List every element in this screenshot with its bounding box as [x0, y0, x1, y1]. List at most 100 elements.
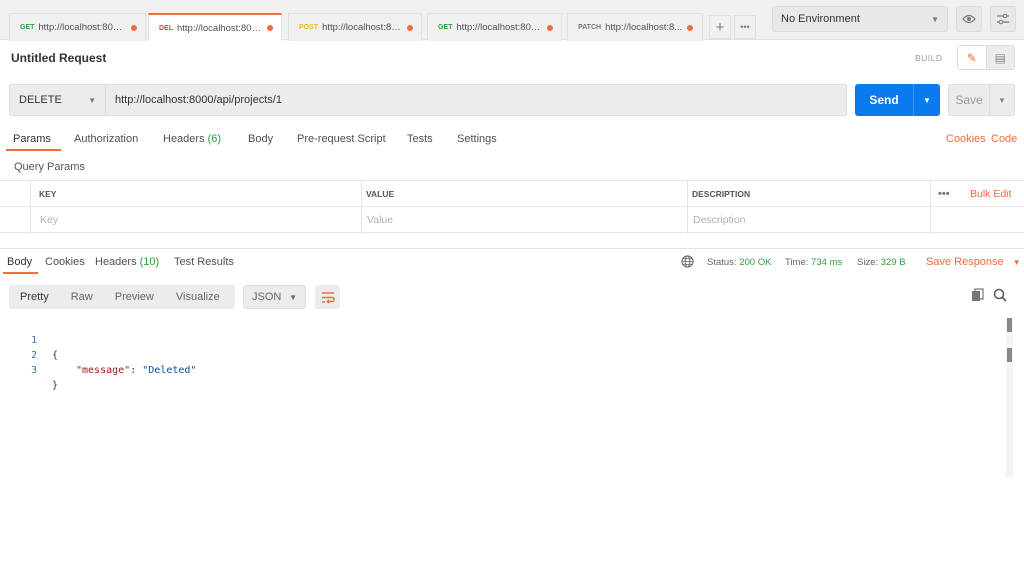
comments-icon[interactable]: ▤ — [985, 46, 1014, 69]
response-tab-headers-label: Headers — [95, 256, 137, 268]
tab-url: http://localhost:800... — [177, 22, 262, 34]
format-select[interactable]: JSON ▼ — [243, 285, 306, 309]
wrap-lines-button[interactable] — [315, 285, 340, 309]
tab-pre-request-script[interactable]: Pre-request Script — [297, 133, 386, 145]
tab-body[interactable]: Body — [248, 133, 273, 145]
unsaved-dot-icon — [267, 25, 273, 31]
add-tab-button[interactable]: + — [709, 15, 731, 39]
tab-settings[interactable]: Settings — [457, 133, 497, 145]
unsaved-dot-icon — [687, 24, 694, 31]
save-button[interactable]: Save ▼ — [948, 84, 1015, 116]
request-tab-2[interactable]: DEL http://localhost:800... — [148, 13, 282, 41]
tab-method: GET — [438, 24, 453, 31]
tab-headers-label: Headers — [163, 133, 205, 145]
wrap-lines-icon — [321, 291, 335, 304]
response-divider[interactable] — [0, 248, 1024, 249]
search-icon[interactable] — [993, 288, 1007, 302]
eye-icon — [962, 14, 976, 24]
response-tab-headers[interactable]: Headers (10) — [95, 256, 159, 268]
param-key-input[interactable]: Key — [34, 207, 58, 233]
json-colon: : — [130, 365, 143, 376]
scrollbar-track[interactable] — [1006, 318, 1013, 478]
response-tab-body[interactable]: Body — [7, 256, 32, 268]
chevron-down-icon[interactable]: ▼ — [913, 84, 940, 116]
request-tabs-bar: GET http://localhost:800... DEL http://l… — [0, 0, 1024, 41]
copy-icon[interactable] — [971, 288, 984, 302]
save-response-label: Save Response — [926, 256, 1004, 268]
query-params-title: Query Params — [14, 161, 85, 173]
scrollbar-thumb[interactable] — [1007, 348, 1012, 362]
tab-url: http://localhost:80... — [322, 22, 402, 33]
column-header-value: VALUE — [366, 189, 395, 199]
column-header-key: KEY — [39, 189, 57, 199]
param-value-input[interactable]: Value — [361, 207, 393, 233]
sliders-icon — [997, 13, 1009, 25]
tab-method: PATCH — [578, 24, 602, 31]
time-value: 734 ms — [811, 257, 843, 268]
request-tab-5[interactable]: PATCH http://localhost:8... — [567, 13, 703, 41]
unsaved-dot-icon — [547, 24, 553, 31]
bulk-edit-link[interactable]: Bulk Edit — [964, 181, 1011, 207]
tab-headers[interactable]: Headers (6) — [163, 133, 221, 145]
scrollbar-marker — [1007, 318, 1012, 332]
tab-tests[interactable]: Tests — [407, 133, 433, 145]
tab-method: DEL — [159, 24, 173, 32]
tab-more-button[interactable]: ••• — [734, 15, 756, 39]
table-header-row: KEY VALUE DESCRIPTION ••• Bulk Edit — [0, 181, 1024, 207]
environment-select[interactable]: No Environment ▼ — [772, 6, 948, 32]
chevron-down-icon: ▼ — [88, 95, 96, 105]
json-key: "message" — [76, 365, 131, 376]
url-input[interactable]: http://localhost:8000/api/projects/1 — [106, 84, 847, 116]
view-mode-pretty[interactable]: Pretty — [9, 291, 60, 303]
tab-url: http://localhost:800... — [38, 22, 126, 33]
response-headers-count: (10) — [139, 256, 160, 268]
code-link[interactable]: Code — [991, 133, 1017, 145]
request-title[interactable]: Untitled Request — [11, 51, 106, 65]
send-button[interactable]: Send ▼ — [855, 84, 940, 116]
chevron-down-icon[interactable]: ▼ — [989, 85, 1014, 115]
cookies-link[interactable]: Cookies — [946, 133, 986, 145]
request-tab-4[interactable]: GET http://localhost:800... — [427, 13, 562, 41]
save-response-button[interactable]: Save Response ▼ — [926, 256, 1021, 268]
active-tab-indicator — [6, 149, 61, 151]
manage-environments-button[interactable] — [990, 6, 1016, 32]
view-mode-raw[interactable]: Raw — [60, 291, 104, 303]
request-tab-3[interactable]: POST http://localhost:80... — [288, 13, 422, 41]
build-mode-label: BUILD — [915, 53, 943, 63]
method-select[interactable]: DELETE ▼ — [9, 84, 106, 116]
table-row: Key Value Description — [0, 207, 1024, 233]
time-label: Time: — [785, 257, 809, 268]
chevron-down-icon: ▼ — [1012, 258, 1021, 267]
json-string-value: "Deleted" — [142, 365, 197, 376]
tab-authorization[interactable]: Authorization — [74, 133, 138, 145]
tab-url: http://localhost:8... — [605, 22, 683, 33]
chevron-down-icon: ▼ — [289, 292, 297, 302]
request-edit-toggle: ✎ ▤ — [957, 45, 1015, 70]
unsaved-dot-icon — [407, 24, 413, 31]
response-tab-cookies[interactable]: Cookies — [45, 256, 85, 268]
format-select-value: JSON — [252, 291, 282, 303]
line-number: 3 — [31, 365, 37, 376]
send-button-label: Send — [869, 93, 899, 107]
unsaved-dot-icon — [131, 24, 137, 31]
response-tab-test-results[interactable]: Test Results — [174, 256, 234, 268]
view-mode-group: Pretty Raw Preview Visualize — [9, 285, 235, 309]
globe-icon[interactable] — [681, 255, 694, 268]
status-value: 200 OK — [739, 257, 772, 268]
environment-quick-look-button[interactable] — [956, 6, 982, 32]
pencil-icon[interactable]: ✎ — [958, 46, 986, 69]
json-line: "message": "Deleted" — [76, 363, 196, 378]
view-mode-preview[interactable]: Preview — [104, 291, 165, 303]
tab-params[interactable]: Params — [13, 133, 51, 145]
more-options-icon[interactable]: ••• — [932, 181, 950, 207]
response-status: Status: 200 OK — [707, 257, 771, 268]
method-select-value: DELETE — [19, 94, 62, 106]
headers-count: (6) — [207, 133, 222, 145]
request-tab-1[interactable]: GET http://localhost:800... — [9, 13, 146, 41]
param-description-input[interactable]: Description — [687, 207, 746, 233]
query-params-table: KEY VALUE DESCRIPTION ••• Bulk Edit Key … — [0, 180, 1024, 234]
view-mode-visualize[interactable]: Visualize — [165, 291, 231, 303]
column-header-description: DESCRIPTION — [692, 189, 751, 199]
json-close-brace: } — [52, 380, 59, 391]
response-time: Time: 734 ms — [785, 257, 842, 268]
